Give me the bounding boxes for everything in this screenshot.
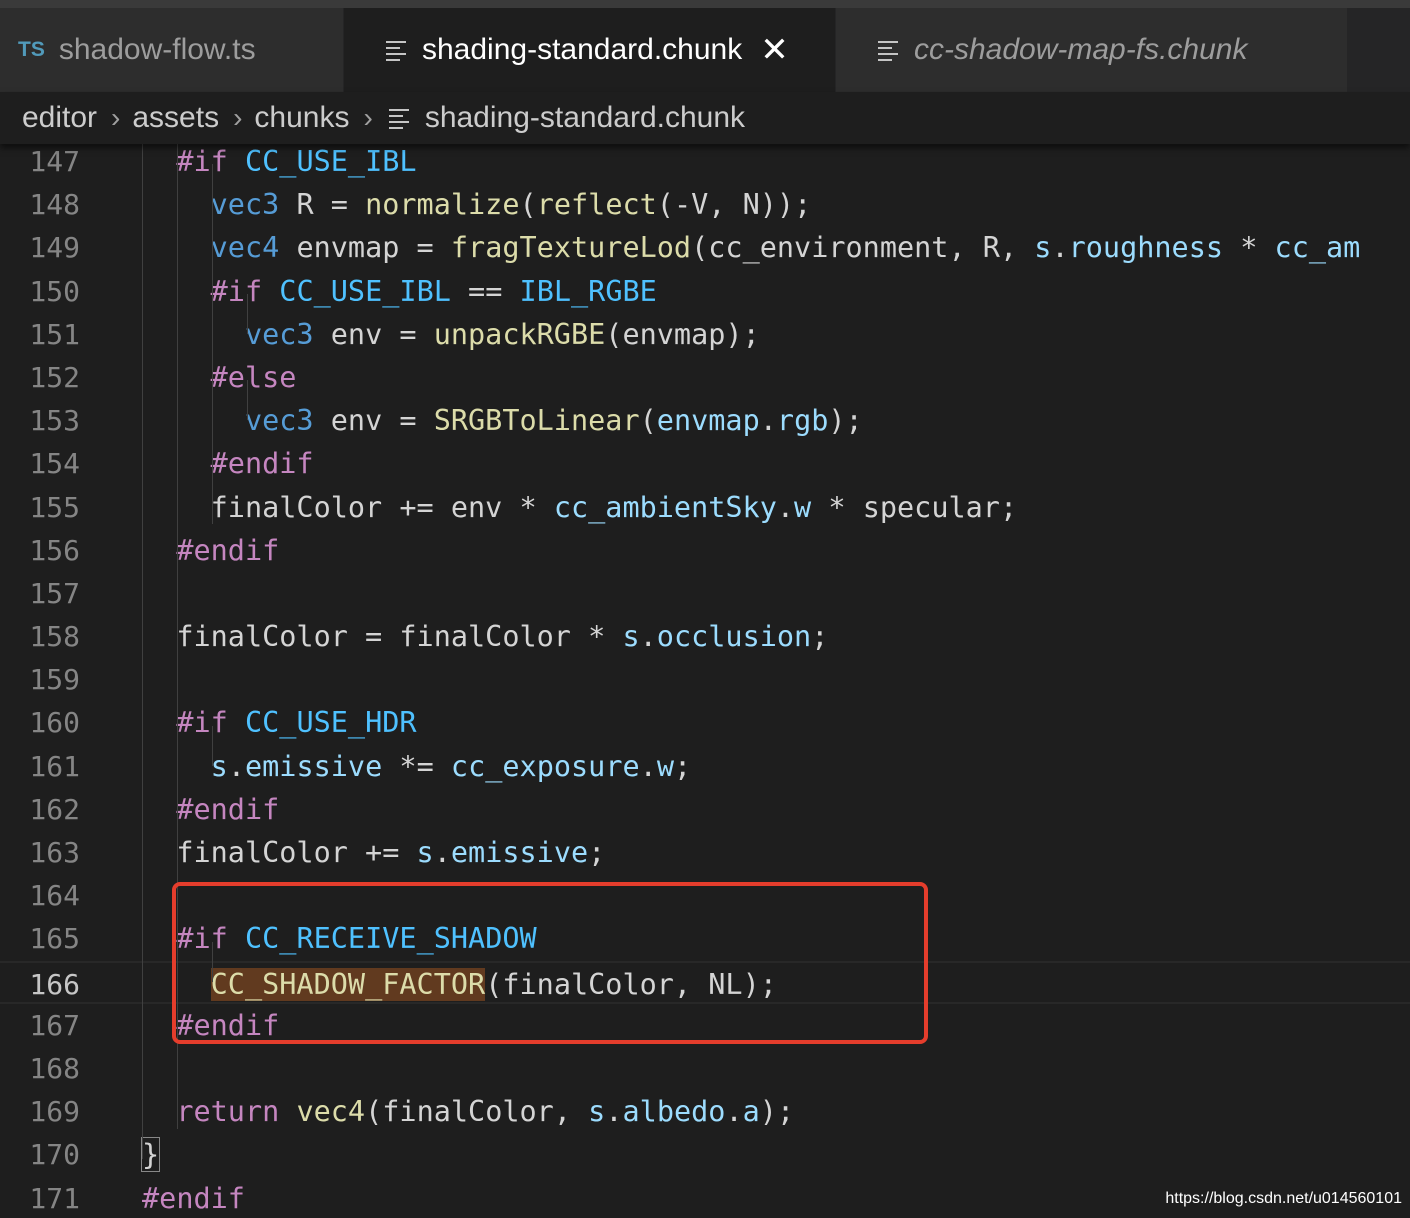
code-text: vec3 env = SRGBToLinear(envmap.rgb); <box>244 404 863 438</box>
tab-shading-standard[interactable]: shading-standard.chunk ✕ <box>344 8 836 92</box>
code-text: #if CC_USE_IBL == IBL_RGBE <box>210 274 657 308</box>
tab-label: shading-standard.chunk <box>422 33 743 66</box>
line-number: 157 <box>29 576 80 610</box>
tab-shadow-flow[interactable]: TS shadow-flow.ts <box>0 8 344 92</box>
code-editor[interactable]: 147 #if CC_USE_IBL 148 vec3 R = normalize… <box>0 144 1410 1218</box>
line-number: 154 <box>29 447 80 481</box>
line-number: 170 <box>29 1138 80 1172</box>
breadcrumb-item-file[interactable]: shading-standard.chunk <box>425 101 745 135</box>
line-number: 155 <box>29 490 80 524</box>
line-number: 149 <box>29 231 80 265</box>
indent-guide <box>247 294 248 334</box>
breadcrumb-item-assets[interactable]: assets <box>132 101 219 135</box>
indent-guide <box>247 380 248 420</box>
watermark: https://blog.csdn.net/u014560101 <box>1165 1190 1402 1207</box>
code-text: vec3 R = normalize(reflect(-V, N)); <box>210 188 812 222</box>
code-text: #else <box>210 360 297 394</box>
line-number: 169 <box>29 1095 80 1129</box>
chevron-right-icon: › <box>233 102 243 133</box>
code-line[interactable]: 157 <box>0 572 1410 615</box>
code-line[interactable]: 163 finalColor += s.emissive; <box>0 831 1410 874</box>
indent-guide <box>142 144 143 1159</box>
close-icon[interactable]: ✕ <box>760 33 789 67</box>
line-number: 168 <box>29 1051 80 1085</box>
line-number: 150 <box>29 274 80 308</box>
code-text: finalColor = finalColor * s.occlusion; <box>142 620 829 654</box>
code-text: vec4 envmap = fragTextureLod(cc_environm… <box>210 231 1361 265</box>
line-number: 171 <box>29 1181 80 1215</box>
code-text: #endif <box>176 792 280 826</box>
window-top-strip <box>0 0 1410 8</box>
tab-bar: TS shadow-flow.ts shading-standard.chunk… <box>0 8 1410 92</box>
code-line[interactable]: 156 #endif <box>0 529 1410 572</box>
line-number: 164 <box>29 879 80 913</box>
code-line[interactable]: 162 #endif <box>0 788 1410 831</box>
code-text: return vec4(finalColor, s.albedo.a); <box>176 1095 795 1129</box>
line-number: 153 <box>29 404 80 438</box>
line-number: 151 <box>29 317 80 351</box>
code-line[interactable]: 170} <box>0 1133 1410 1176</box>
code-line[interactable]: 159 <box>0 658 1410 701</box>
line-number: 161 <box>29 749 80 783</box>
code-text: vec3 env = unpackRGBE(envmap); <box>244 317 760 351</box>
code-line[interactable]: 169 return vec4(finalColor, s.albedo.a); <box>0 1090 1410 1133</box>
breadcrumb: editor › assets › chunks › shading-stand… <box>0 92 1410 144</box>
tab-cc-shadow-map-fs[interactable]: cc-shadow-map-fs.chunk <box>836 8 1348 92</box>
tab-label: shadow-flow.ts <box>58 33 256 66</box>
file-lines-icon <box>878 40 898 61</box>
code-text: } <box>140 1137 161 1173</box>
line-number: 147 <box>29 145 80 178</box>
line-number: 148 <box>29 188 80 222</box>
code-text: #endif <box>142 1181 245 1215</box>
breadcrumb-item-chunks[interactable]: chunks <box>254 101 349 135</box>
line-number: 160 <box>29 706 80 740</box>
tab-label: cc-shadow-map-fs.chunk <box>914 33 1248 66</box>
indent-guide <box>212 726 213 766</box>
line-number: 156 <box>29 533 80 567</box>
chevron-right-icon: › <box>363 102 373 133</box>
red-annotation-box <box>172 882 928 1044</box>
code-text: #if CC_USE_HDR <box>176 706 417 740</box>
code-text: finalColor += s.emissive; <box>142 836 606 869</box>
chevron-right-icon: › <box>111 102 121 133</box>
line-number: 159 <box>29 663 80 697</box>
line-number: 166 <box>29 967 80 1001</box>
code-text: #endif <box>210 447 314 481</box>
code-line[interactable]: 168 <box>0 1047 1410 1090</box>
code-text: s.emissive *= cc_exposure.w; <box>210 749 692 783</box>
indent-guide <box>212 164 213 524</box>
line-number: 167 <box>29 1008 80 1042</box>
line-number: 165 <box>29 922 80 956</box>
code-text: finalColor += env * cc_ambientSky.w * sp… <box>142 490 1018 524</box>
typescript-icon: TS <box>18 38 45 61</box>
code-text: #endif <box>176 533 280 567</box>
breadcrumb-item-editor[interactable]: editor <box>22 101 97 135</box>
file-lines-icon <box>386 40 406 61</box>
line-number: 152 <box>29 360 80 394</box>
code-text: #if CC_USE_IBL <box>176 145 417 178</box>
file-lines-icon <box>388 108 409 129</box>
line-number: 158 <box>29 620 80 654</box>
code-line[interactable]: 158 finalColor = finalColor * s.occlusio… <box>0 615 1410 658</box>
line-number: 162 <box>29 792 80 826</box>
line-number: 163 <box>29 836 80 869</box>
